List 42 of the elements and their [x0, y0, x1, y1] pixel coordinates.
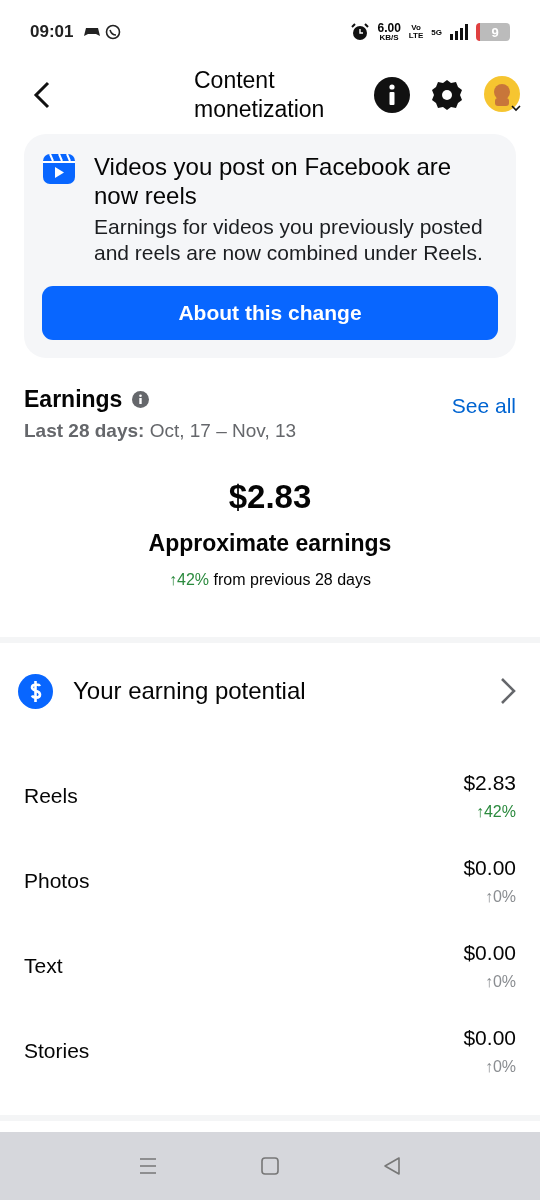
category-label: Reels — [24, 783, 79, 808]
dollar-icon — [18, 673, 53, 709]
change-percent: ↑42% — [475, 802, 516, 821]
notice-title: Videos you post on Facebook are now reels — [94, 152, 453, 210]
category-amount: $0.00 — [463, 1025, 516, 1050]
reels-icon — [42, 152, 76, 186]
earnings-label: Approximate earnings — [147, 530, 393, 557]
network-speed: 6.00 — [377, 22, 401, 34]
alarm-clock-icon — [351, 23, 370, 41]
page-title: Content monetization — [194, 66, 326, 124]
change-text: from previous 28 days — [213, 571, 371, 588]
change-percent: ↑0% — [484, 972, 516, 991]
row-title: Your earning potential — [73, 677, 307, 705]
category-label: Photos — [24, 868, 91, 893]
home-icon[interactable] — [259, 1155, 281, 1177]
see-all-link[interactable]: See all — [451, 394, 516, 418]
chat-icon — [105, 24, 122, 40]
network-type: 5G — [431, 27, 442, 37]
section-title: Earnings — [24, 385, 123, 413]
signal-icon — [450, 24, 468, 40]
category-amount: $0.00 — [463, 855, 516, 880]
change-percent: ↑42% — [169, 571, 210, 588]
profile-avatar[interactable] — [484, 76, 522, 114]
chevron-right-icon — [500, 677, 516, 705]
about-change-button[interactable]: About this change — [42, 286, 498, 340]
change-percent: ↑0% — [484, 887, 516, 906]
earning-potential-row[interactable]: Your earning potential — [0, 643, 540, 739]
date-range: Last 28 days: Oct, 17 – Nov, 13 — [24, 420, 298, 442]
category-label: Text — [24, 953, 64, 978]
status-time: 09:01 — [30, 22, 74, 42]
category-amount: $2.83 — [463, 770, 516, 795]
info-icon[interactable] — [374, 77, 410, 113]
battery-level: 9 — [476, 23, 510, 41]
speed-unit: KB/S — [379, 34, 399, 42]
category-label: Stories — [24, 1038, 91, 1063]
lte-label: LTE — [408, 32, 424, 40]
change-percent: ↑0% — [484, 1057, 516, 1076]
category-amount: $0.00 — [463, 940, 516, 965]
settings-icon[interactable] — [430, 78, 464, 112]
notice-text: Earnings for videos you previously posted and reels are now combined under Reels. — [94, 214, 484, 266]
volte-label: Vo — [411, 24, 421, 32]
earnings-amount: $2.83 — [227, 478, 313, 516]
